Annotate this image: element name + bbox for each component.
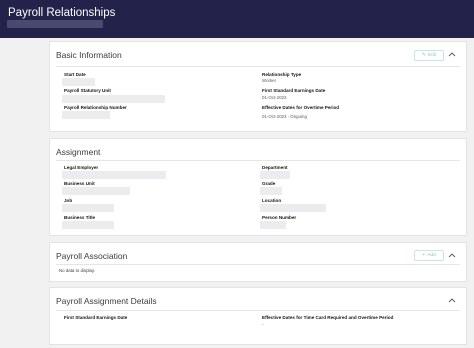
business-title-label: Business Title [64,215,96,220]
collapse-chevron-up-icon[interactable] [448,51,456,57]
location-label: Location [262,198,282,203]
first-standard-earnings-date-label: First Standard Earnings Date [262,88,326,93]
payroll-assignment-details-title: Payroll Assignment Details [56,296,157,306]
collapse-chevron-up-icon[interactable] [448,252,456,258]
payroll-association-card: Payroll Association + Add No data to dis… [49,242,467,282]
payroll-statutory-unit-value-redacted [62,95,165,103]
job-value-redacted [62,204,114,212]
redacted-person-name [7,20,103,28]
legal-employer-value-redacted [62,171,166,179]
person-number-value-redacted [260,221,286,229]
collapse-chevron-up-icon[interactable] [448,297,456,303]
business-unit-label: Business Unit [64,181,95,186]
effective-dates-time-card-value: - [262,322,264,327]
job-label: Job [64,198,73,203]
app-header: Payroll Relationships [0,0,474,38]
business-title-value-redacted [62,221,114,229]
no-data-message: No data to display. [59,268,96,273]
start-date-value-redacted [62,78,95,86]
effective-dates-time-card-label: Effective Dates for Time Card Required a… [262,315,394,320]
department-label: Department [262,165,288,170]
relationship-type-value: Worker [262,78,277,83]
business-unit-value-redacted [62,187,130,195]
card-divider [56,160,460,161]
legal-employer-label: Legal Employer [64,165,99,170]
card-divider [56,66,460,67]
payroll-association-title: Payroll Association [56,251,128,261]
person-number-label: Person Number [262,215,297,220]
card-divider [56,264,460,265]
effective-dates-overtime-label: Effective Dates for Overtime Period [262,105,340,110]
relationship-type-label: Relationship Type [262,72,302,77]
card-divider [56,310,460,311]
edit-button[interactable]: ✎ Edit [414,50,444,61]
assignment-title: Assignment [56,147,101,157]
first-standard-earnings-date-label: First Standard Earnings Date [64,315,128,320]
department-value-redacted [260,171,290,179]
payroll-relationship-number-label: Payroll Relationship Number [64,105,127,110]
basic-information-title: Basic Information [56,50,122,60]
payroll-assignment-details-card: Payroll Assignment Details First Standar… [49,287,467,345]
location-value-redacted [260,204,326,212]
plus-icon: + [422,252,426,258]
grade-value-redacted [260,187,282,195]
first-standard-earnings-date-value: 01-Oct-2023 [262,95,287,100]
effective-dates-overtime-value: 01-Oct-2023 - Ongoing [262,114,307,119]
page-title: Payroll Relationships [8,7,116,19]
payroll-relationship-number-value-redacted [62,111,110,119]
start-date-label: Start Date [64,72,86,77]
basic-information-card: Basic Information ✎ Edit Start Date Payr… [49,41,467,132]
add-button[interactable]: + Add [414,250,444,261]
grade-label: Grade [262,181,276,186]
pencil-icon: ✎ [421,52,426,58]
assignment-card: Assignment Legal Employer Business Unit … [49,138,467,236]
payroll-statutory-unit-label: Payroll Statutory Unit [64,88,111,93]
